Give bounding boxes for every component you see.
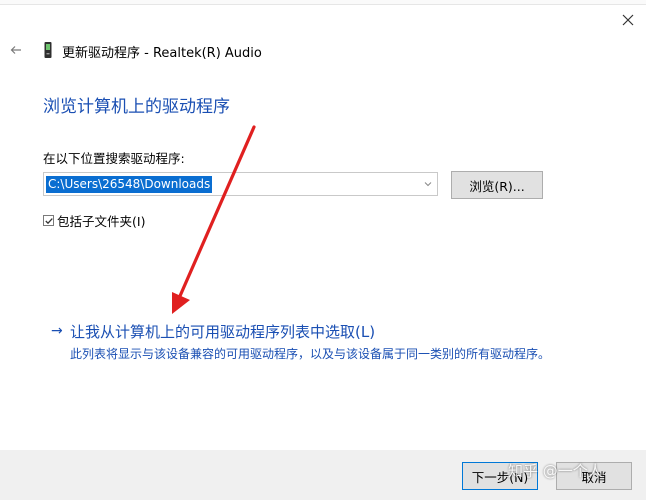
search-location-label: 在以下位置搜索驱动程序: [43,151,185,166]
driver-path-value[interactable]: C:\Users\26548\Downloads [46,176,213,193]
device-driver-icon [44,42,52,58]
driver-path-combobox[interactable]: C:\Users\26548\Downloads [43,172,438,196]
close-icon [622,14,634,26]
window-title: 更新驱动程序 - Realtek(R) Audio [62,46,262,61]
annotation-arrow [172,125,256,314]
browse-button[interactable]: 浏览(R)... [451,171,543,199]
back-button[interactable] [6,40,26,60]
checkbox-box[interactable] [43,215,54,226]
close-button[interactable] [614,8,642,32]
include-subfolders-checkbox[interactable]: 包括子文件夹(I) [43,211,145,230]
pick-from-list-link[interactable]: 让我从计算机上的可用驱动程序列表中选取(L) [70,321,375,342]
link-arrow-icon: → [51,323,63,339]
include-subfolders-label: 包括子文件夹(I) [57,214,146,229]
checkmark-icon [45,218,53,225]
chevron-down-icon[interactable] [423,179,433,189]
page-heading: 浏览计算机上的驱动程序 [43,97,230,117]
back-arrow-icon [10,46,21,54]
pick-from-list-description: 此列表将显示与该设备兼容的可用驱动程序，以及与该设备属于同一类别的所有驱动程序。 [70,347,551,361]
window-top-edge [0,0,646,5]
watermark: 知乎 @一个人 [508,462,603,480]
